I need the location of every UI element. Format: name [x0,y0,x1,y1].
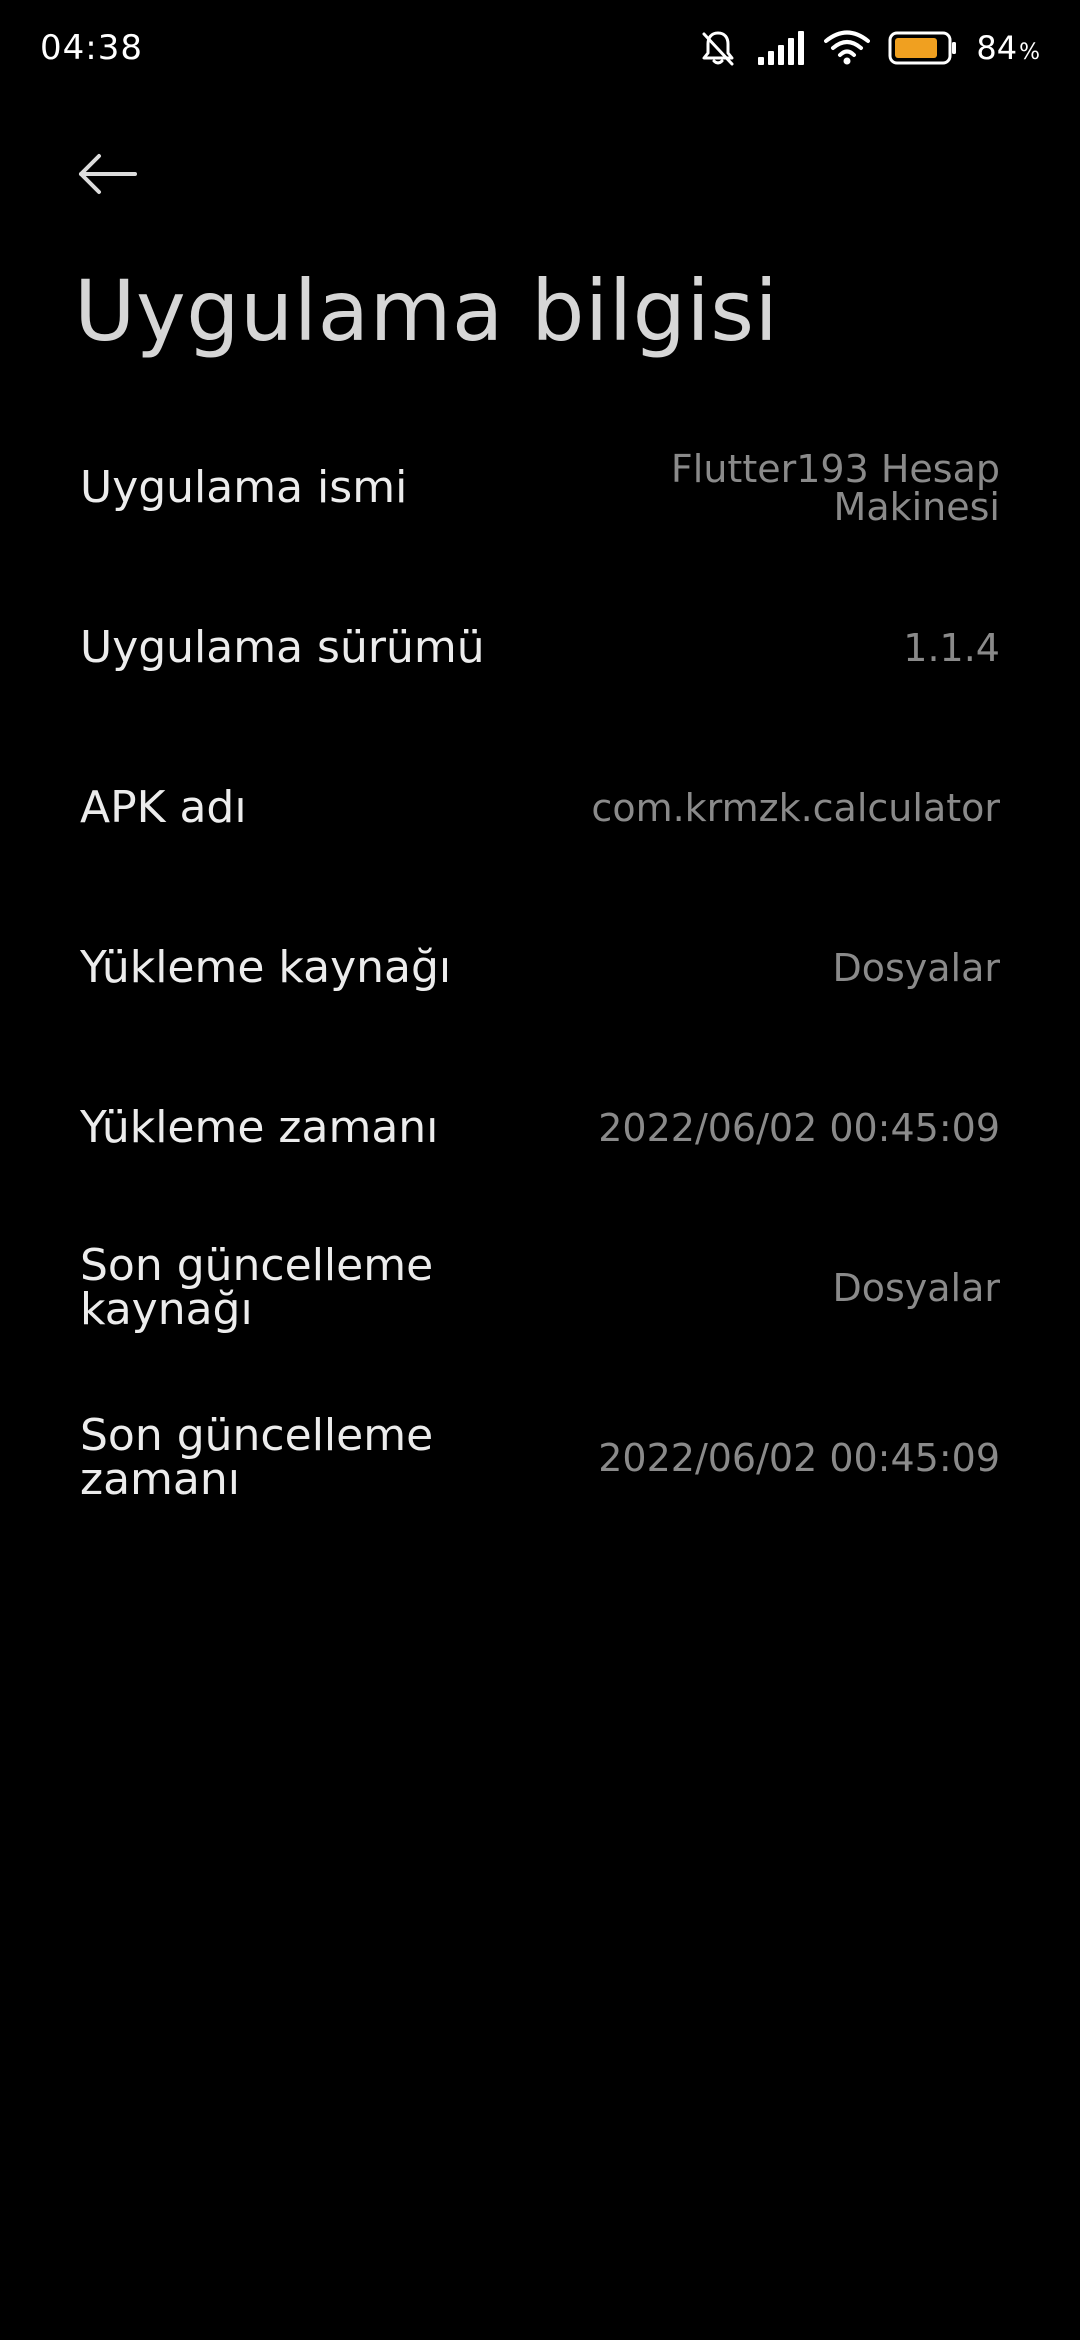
status-bar: 04:38 84 % [0,0,1080,96]
battery-percent: 84% [976,29,1040,67]
battery-icon [888,31,958,65]
info-row-install-source: Yükleme kaynağı Dosyalar [0,888,1080,1048]
info-row-last-update-time: Son güncelleme zamanı 2022/06/02 00:45:0… [0,1368,1080,1548]
battery-percent-value: 84 [976,29,1018,67]
info-value: Dosyalar [832,946,1000,990]
wifi-icon [824,30,871,66]
info-label: Yükleme kaynağı [80,942,452,993]
status-time: 04:38 [40,28,143,68]
page-title: Uygulama bilgisi [74,262,779,360]
back-button[interactable] [66,140,150,212]
info-label: APK adı [80,782,247,833]
info-value: 1.1.4 [903,626,1000,670]
info-row-last-update-source: Son güncelleme kaynağı Dosyalar [0,1208,1080,1368]
battery-percent-unit: % [1019,40,1040,65]
info-value: com.krmzk.calculator [591,786,1000,830]
info-label: Yükleme zamanı [80,1102,439,1153]
arrow-left-icon [77,152,139,200]
info-label: Uygulama ismi [80,462,408,513]
info-row-apk-name: APK adı com.krmzk.calculator [0,728,1080,888]
info-label: Son güncelleme zamanı [80,1410,434,1505]
info-row-app-version: Uygulama sürümü 1.1.4 [0,568,1080,728]
info-row-install-time: Yükleme zamanı 2022/06/02 00:45:09 [0,1048,1080,1208]
info-value: 2022/06/02 00:45:09 [598,1106,1000,1150]
info-value: 2022/06/02 00:45:09 [598,1436,1000,1480]
info-row-app-name: Uygulama ismi Flutter193 Hesap Makinesi [0,408,1080,568]
status-icons: 84% [698,26,1040,70]
info-value: Flutter193 Hesap Makinesi [670,447,1000,529]
info-label: Son güncelleme kaynağı [80,1240,434,1335]
bell-off-icon [698,28,738,68]
app-info-list: Uygulama ismi Flutter193 Hesap Makinesi … [0,408,1080,1548]
info-value: Dosyalar [832,1266,1000,1310]
info-label: Uygulama sürümü [80,622,485,673]
signal-icon [756,31,806,65]
